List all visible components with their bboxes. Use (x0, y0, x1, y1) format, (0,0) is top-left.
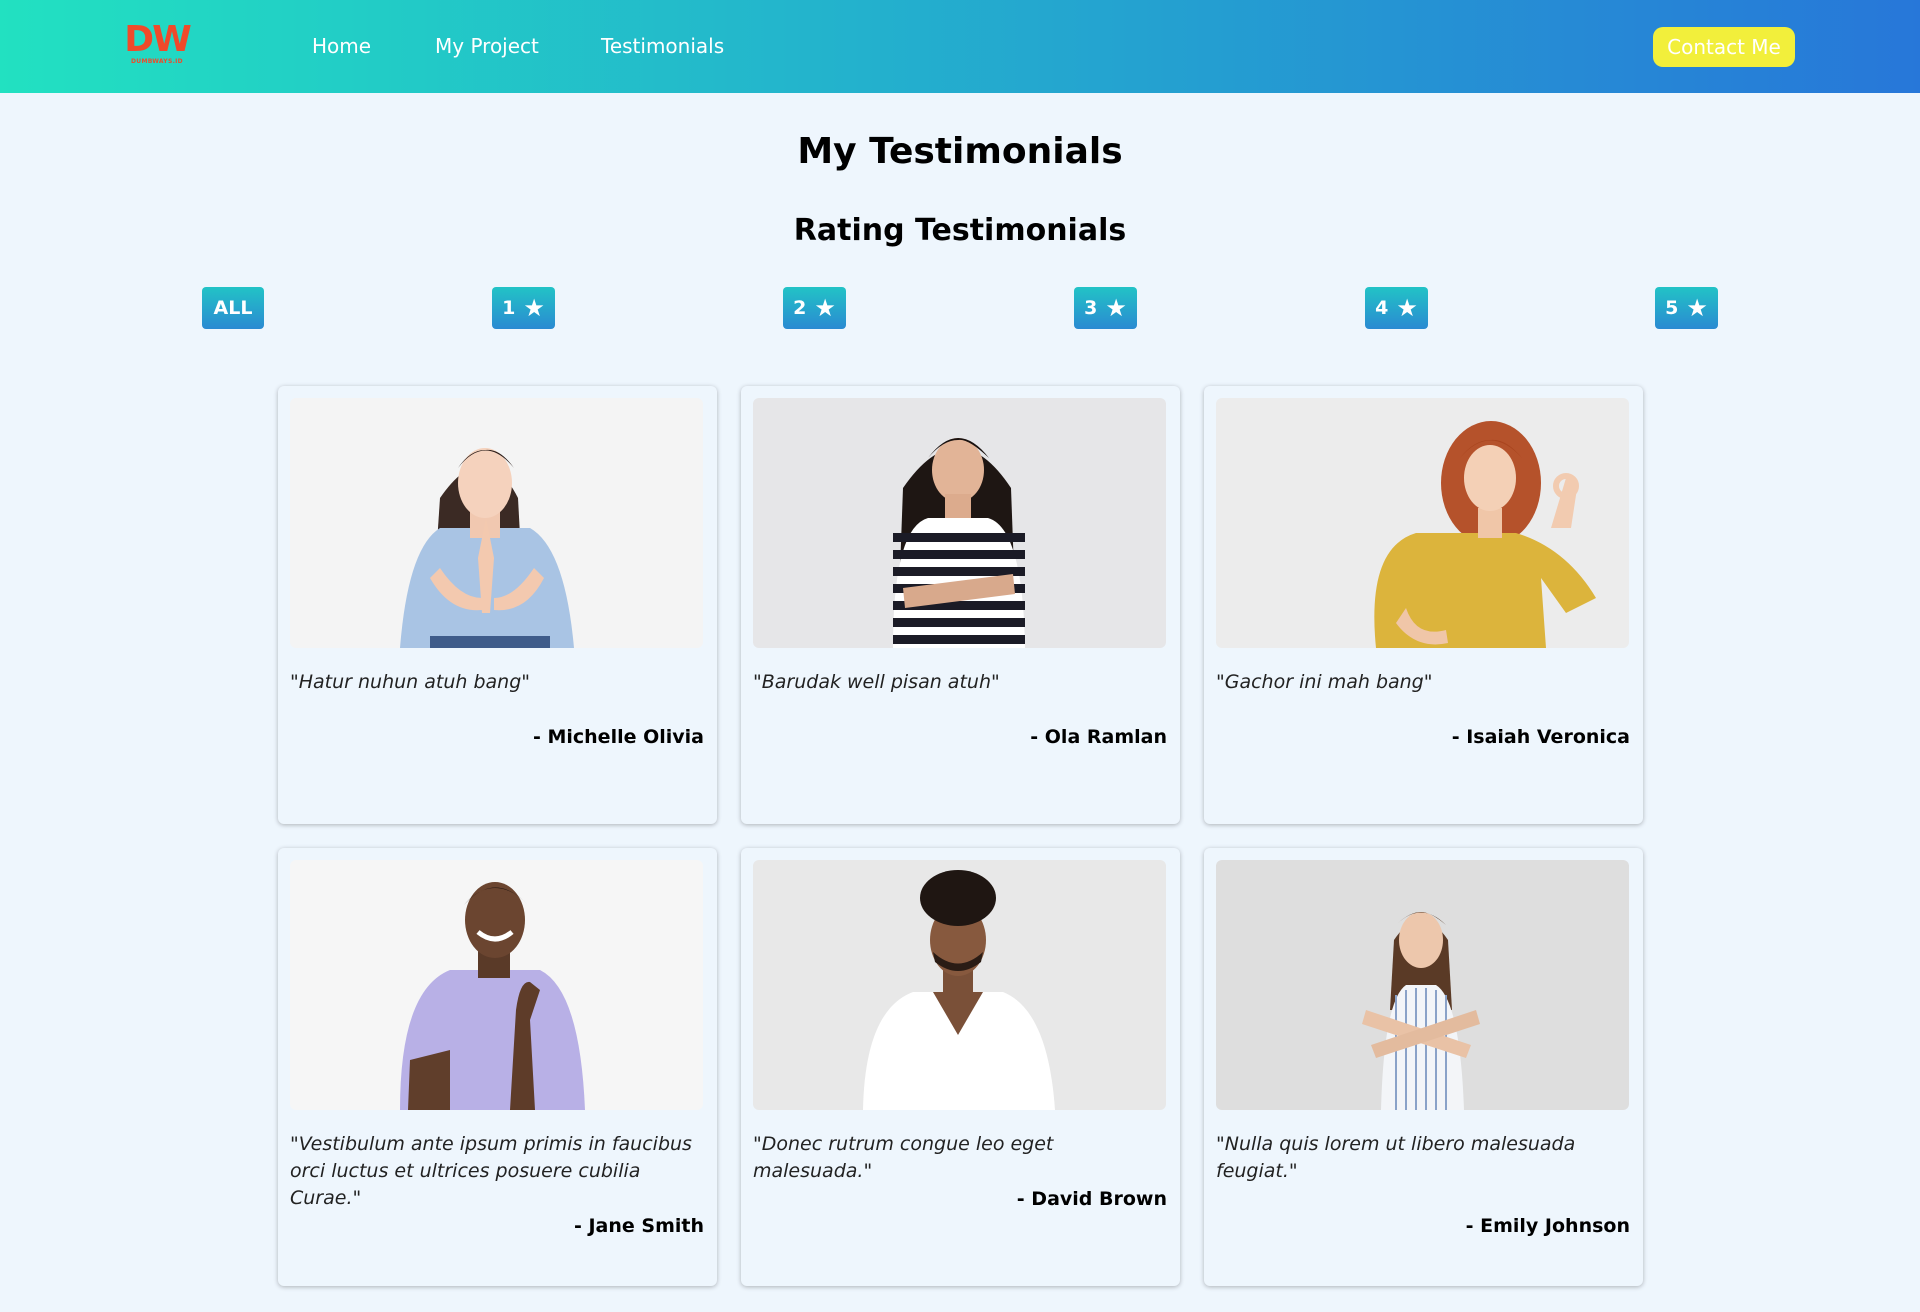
testimonial-card: "Gachor ini mah bang" - Isaiah Veronica (1204, 386, 1643, 824)
person-photo-icon (290, 860, 703, 1110)
person-photo-icon (753, 398, 1166, 648)
testimonial-author: - David Brown (1016, 1188, 1167, 1210)
testimonial-quote: "Barudak well pisan atuh" (753, 671, 1000, 693)
page-title: My Testimonials (797, 131, 1123, 172)
person-photo-icon (1216, 398, 1629, 648)
star-icon: ★ (814, 294, 836, 322)
filter-3-star-button[interactable]: 3 ★ (1074, 287, 1137, 329)
nav-link-my-project[interactable]: My Project (435, 33, 539, 59)
testimonial-quote: "Hatur nuhun atuh bang" (290, 671, 531, 693)
star-icon: ★ (1686, 294, 1708, 322)
testimonial-card: "Nulla quis lorem ut libero malesuada fe… (1204, 848, 1643, 1286)
testimonial-card: "Donec rutrum congue leo eget malesuada.… (741, 848, 1180, 1286)
testimonial-quote: "Nulla quis lorem ut libero malesuada fe… (1216, 1133, 1576, 1182)
filter-label: 1 (502, 297, 516, 319)
filter-2-star-button[interactable]: 2 ★ (783, 287, 846, 329)
logo-subtext: DUMBWAYS.ID (131, 58, 183, 65)
testimonial-author: - Emily Johnson (1465, 1215, 1630, 1237)
nav-link-home[interactable]: Home (312, 33, 371, 59)
testimonial-photo (290, 398, 703, 648)
star-icon: ★ (1396, 294, 1418, 322)
filter-label: 4 (1375, 297, 1389, 319)
testimonial-photo (753, 860, 1166, 1110)
testimonial-author: - Michelle Olivia (532, 726, 704, 748)
person-photo-icon (753, 860, 1166, 1110)
testimonial-card: "Barudak well pisan atuh" - Ola Ramlan (741, 386, 1180, 824)
testimonial-photo (1216, 860, 1629, 1110)
dumbways-logo[interactable]: DW DUMBWAYS.ID (124, 19, 192, 70)
testimonial-author: - Jane Smith (573, 1215, 704, 1237)
testimonial-card: "Hatur nuhun atuh bang" - Michelle Olivi… (278, 386, 717, 824)
testimonial-photo (290, 860, 703, 1110)
navbar: DW DUMBWAYS.ID Home My Project Testimoni… (0, 0, 1920, 93)
filter-label: 2 (793, 297, 807, 319)
contact-me-button[interactable]: Contact Me (1653, 27, 1795, 67)
rating-subtitle: Rating Testimonials (793, 213, 1127, 248)
filter-label: 5 (1665, 297, 1679, 319)
testimonial-author: - Ola Ramlan (1030, 726, 1167, 748)
star-icon: ★ (1105, 294, 1127, 322)
filter-all-button[interactable]: ALL (202, 287, 264, 329)
star-icon: ★ (523, 294, 545, 322)
filter-label: ALL (213, 297, 253, 319)
testimonial-quote: "Gachor ini mah bang" (1216, 671, 1433, 693)
logo-mark: DW (124, 19, 192, 60)
nav-link-testimonials[interactable]: Testimonials (601, 33, 724, 59)
person-photo-icon (290, 398, 703, 648)
testimonial-author: - Isaiah Veronica (1451, 726, 1630, 748)
testimonial-photo (1216, 398, 1629, 648)
testimonial-quote: "Donec rutrum congue leo eget malesuada.… (753, 1133, 1054, 1182)
person-photo-icon (1216, 860, 1629, 1110)
filter-5-star-button[interactable]: 5 ★ (1655, 287, 1718, 329)
testimonial-card: "Vestibulum ante ipsum primis in faucibu… (278, 848, 717, 1286)
filter-1-star-button[interactable]: 1 ★ (492, 287, 555, 329)
filter-4-star-button[interactable]: 4 ★ (1365, 287, 1428, 329)
filter-label: 3 (1084, 297, 1098, 319)
testimonial-quote: "Vestibulum ante ipsum primis in faucibu… (290, 1133, 692, 1209)
testimonial-photo (753, 398, 1166, 648)
